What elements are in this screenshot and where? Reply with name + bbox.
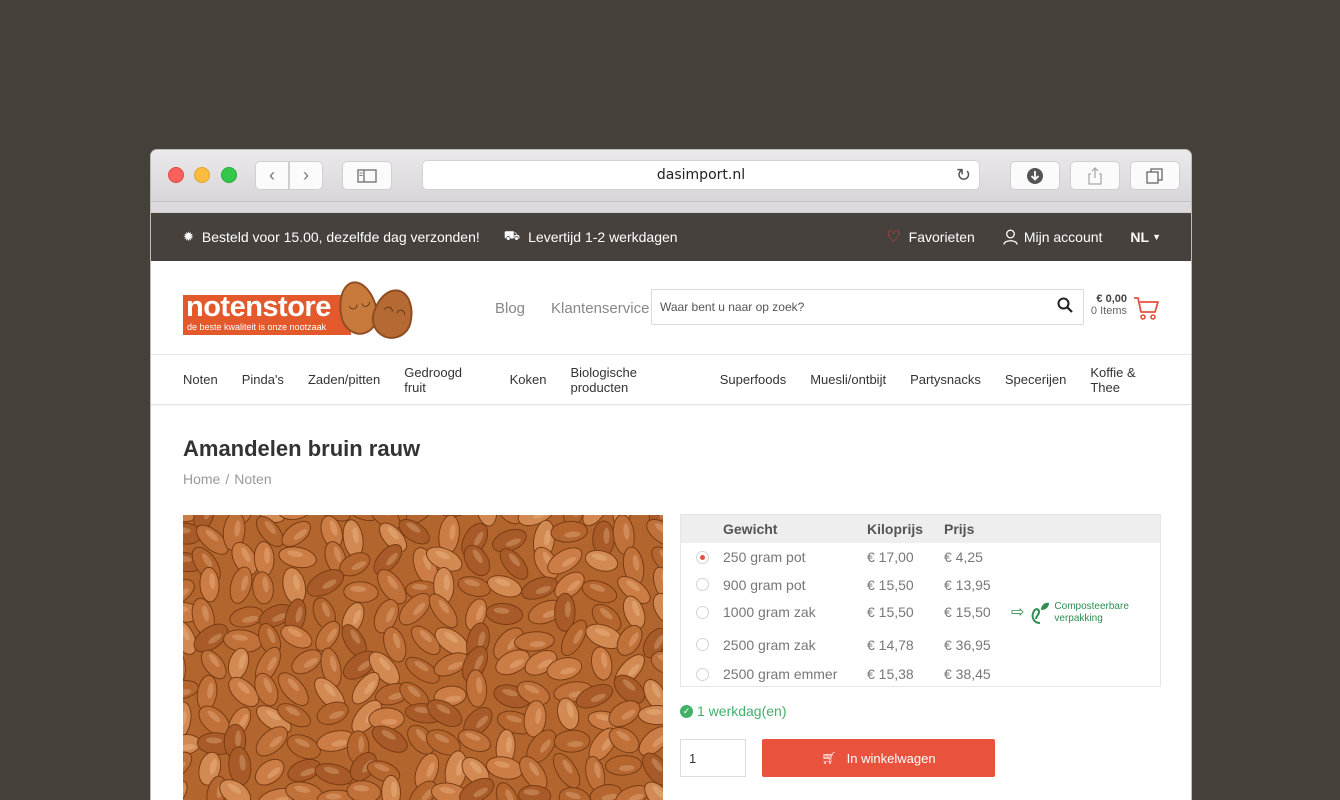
customer-service-link[interactable]: Klantenservice [551, 300, 649, 317]
caret-down-icon: ▼ [1152, 232, 1161, 242]
search-icon[interactable] [1057, 297, 1073, 313]
product-title: Amandelen bruin rauw [183, 436, 421, 461]
nav-item-muesli[interactable]: Muesli/ontbijt [810, 372, 886, 387]
arrow-right-icon: ⇨ [1011, 604, 1025, 621]
site-header: notenstore de beste kwaliteit is onze no… [151, 261, 1191, 355]
account-link[interactable]: Mijn account [1003, 229, 1102, 245]
header-price: Prijs [944, 521, 975, 537]
breadcrumb: Home / Noten [183, 471, 272, 487]
variant-radio[interactable] [695, 578, 709, 591]
variant-radio[interactable] [695, 605, 709, 619]
tab-strip [151, 202, 1191, 213]
back-button[interactable]: ‹ [255, 161, 289, 190]
forward-button[interactable]: › [289, 161, 323, 190]
cart-summary[interactable]: € 0,00 0 Items [1087, 293, 1127, 317]
nav-item-biologisch[interactable]: Biologische producten [570, 365, 695, 395]
downloads-button[interactable] [1010, 161, 1060, 190]
add-to-cart-button[interactable]: 🛒︎ In winkelwagen [762, 739, 995, 777]
nav-item-partysnacks[interactable]: Partysnacks [910, 372, 981, 387]
delivery-status: ✓ 1 werkdag(en) [680, 703, 787, 719]
browser-window: ‹ › dasimport.nl ↻ ✹ Besteld voor 15.00,… [151, 150, 1191, 800]
reload-icon[interactable]: ↻ [956, 165, 971, 186]
nav-item-gedroogd-fruit[interactable]: Gedroogd fruit [404, 365, 485, 395]
badge-icon: ✹ [183, 229, 194, 244]
sidebar-toggle-button[interactable] [342, 161, 392, 190]
category-nav: Noten Pinda's Zaden/pitten Gedroogd frui… [151, 355, 1191, 405]
blog-link[interactable]: Blog [495, 300, 525, 317]
compost-leaf-icon [1032, 602, 1050, 624]
search-input[interactable] [652, 290, 1032, 324]
shipping-message: ✹ Besteld voor 15.00, dezelfde dag verzo… [183, 229, 480, 245]
logo-tagline: de beste kwaliteit is onze nootzaak [187, 322, 327, 332]
nav-item-pindas[interactable]: Pinda's [242, 372, 284, 387]
nav-item-superfoods[interactable]: Superfoods [720, 372, 787, 387]
variant-row[interactable]: 1000 gram zak € 15,50 € 15,50 ⇨ Composte… [681, 598, 1160, 626]
variant-table: Gewicht Kiloprijs Prijs 250 gram pot € 1… [680, 514, 1161, 687]
download-icon [1027, 167, 1043, 184]
tabs-icon [1146, 167, 1163, 184]
browser-toolbar: ‹ › dasimport.nl ↻ [151, 150, 1191, 202]
variant-radio[interactable] [695, 638, 709, 651]
variant-row[interactable]: 250 gram pot € 17,00 € 4,25 [681, 543, 1160, 571]
variant-row[interactable]: 2500 gram zak € 14,78 € 36,95 [681, 626, 1160, 663]
logo-name: notenstore [186, 291, 331, 323]
breadcrumb-separator: / [225, 471, 230, 487]
cart-price: € 0,00 [1096, 293, 1127, 305]
nav-item-koffie-thee[interactable]: Koffie & Thee [1090, 365, 1167, 395]
close-window-button[interactable] [168, 167, 184, 183]
tabs-button[interactable] [1130, 161, 1180, 190]
variant-row[interactable]: 2500 gram emmer € 15,38 € 38,45 [681, 663, 1160, 685]
sidebar-icon [357, 168, 377, 183]
share-icon [1088, 166, 1102, 185]
heart-icon: ♡ [886, 229, 901, 246]
header-kiloprice: Kiloprijs [867, 521, 924, 537]
share-button[interactable] [1070, 161, 1120, 190]
variant-row[interactable]: 900 gram pot € 15,50 € 13,95 [681, 571, 1160, 598]
cart-items: 0 Items [1090, 305, 1127, 317]
cart-icon[interactable] [1133, 295, 1159, 321]
quantity-input[interactable] [680, 739, 746, 777]
variant-radio[interactable] [695, 550, 709, 564]
variant-table-header: Gewicht Kiloprijs Prijs [681, 515, 1160, 543]
almond-mascot-icon-2: ◠ ◠ [367, 284, 419, 344]
favorites-link[interactable]: ♡ Favorieten [886, 227, 975, 247]
zoom-window-button[interactable] [221, 167, 237, 183]
header-links: Blog Klantenservice [495, 261, 675, 355]
compostable-badge: ⇨ Composteerbare verpakking [1011, 601, 1129, 624]
search-box [651, 289, 1084, 325]
language-selector[interactable]: NL ▼ [1130, 229, 1161, 245]
breadcrumb-home[interactable]: Home [183, 471, 220, 487]
address-bar[interactable]: dasimport.nl ↻ [422, 160, 980, 190]
user-icon [1003, 229, 1018, 245]
usp-bar: ✹ Besteld voor 15.00, dezelfde dag verzo… [151, 213, 1191, 261]
check-circle-icon: ✓ [680, 704, 693, 718]
variant-radio[interactable] [695, 667, 709, 681]
product-image[interactable] [183, 515, 663, 800]
nav-item-specerijen[interactable]: Specerijen [1005, 372, 1066, 387]
almonds-photo [183, 515, 663, 800]
cart-icon: 🛒︎ [821, 751, 837, 765]
chevron-right-icon: › [303, 165, 309, 185]
url-text: dasimport.nl [656, 167, 746, 183]
delivery-message: ⛟ Levertijd 1-2 werkdagen [503, 228, 678, 245]
nav-item-noten[interactable]: Noten [183, 372, 218, 387]
chevron-left-icon: ‹ [269, 165, 275, 185]
truck-icon: ⛟ [503, 228, 521, 243]
header-weight: Gewicht [723, 521, 778, 537]
site-logo[interactable]: notenstore de beste kwaliteit is onze no… [183, 277, 419, 344]
nav-item-koken[interactable]: Koken [510, 372, 547, 387]
nav-item-zaden[interactable]: Zaden/pitten [308, 372, 380, 387]
minimize-window-button[interactable] [194, 167, 210, 183]
breadcrumb-noten[interactable]: Noten [234, 471, 271, 487]
